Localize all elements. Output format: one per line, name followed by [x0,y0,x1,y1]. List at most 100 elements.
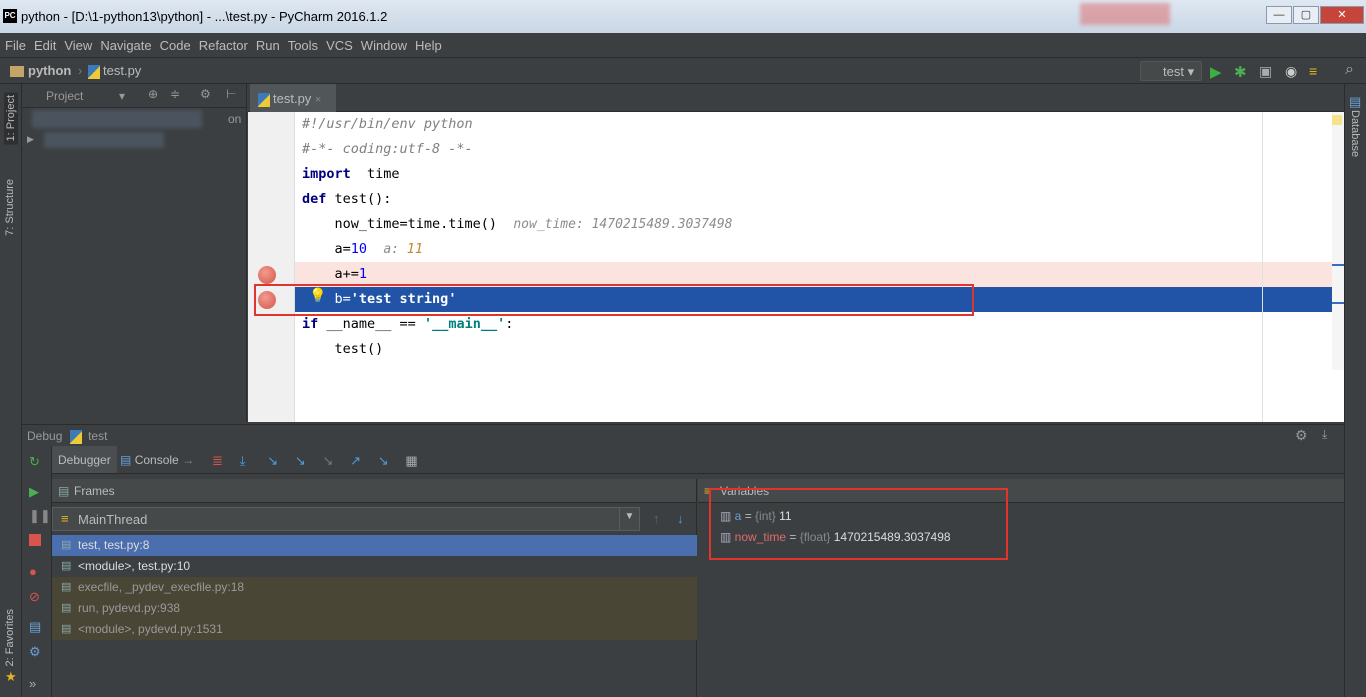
stop-icon[interactable] [29,534,41,546]
python-file-icon [88,64,100,79]
code-token: now_time=time.time() [302,216,514,232]
thread-select[interactable]: ≡ MainThread ▼ [52,507,640,531]
menu-edit[interactable]: Edit [29,34,59,53]
favorites-tool-button[interactable]: 2: Favorites [4,609,16,666]
more-icon[interactable]: » [29,676,43,691]
step-into-my-code-icon[interactable]: ↘ [295,453,311,468]
right-tool-strip: ▤ Database [1344,84,1366,697]
close-button[interactable]: ✕ [1320,6,1364,24]
evaluate-expression-icon[interactable]: ▦ [405,453,421,468]
settings-icon[interactable]: ⚙ [29,644,43,659]
code-line[interactable]: test() [295,337,1344,362]
pause-icon[interactable]: ❚❚ [29,508,51,523]
editor-scrollbar[interactable] [1332,112,1344,370]
breadcrumb-separator: › [78,63,83,78]
code-line[interactable]: now_time=time.time() now_time: 147021548… [295,212,1344,237]
step-into-icon[interactable]: ↘ [267,453,283,468]
profile-icon[interactable]: ◉ [1285,63,1297,80]
mute-breakpoints-icon[interactable]: ⊘ [29,589,43,604]
expand-arrow-icon[interactable]: ▶ [27,134,34,145]
menu-vcs[interactable]: VCS [321,34,356,53]
breadcrumb-project[interactable]: python [10,63,71,78]
minimize-button[interactable]: — [1266,6,1292,24]
project-tool-button[interactable]: 1: Project [4,92,18,145]
run-config-select[interactable]: test ▾ [1140,61,1202,81]
frames-header: ▤ Frames [52,479,696,503]
scroll-marker [1332,264,1344,266]
menu-navigate[interactable]: Navigate [95,34,154,53]
next-frame-icon[interactable]: ↓ [677,511,684,526]
menu-tools[interactable]: Tools [283,34,321,53]
concurrency-icon[interactable]: ≡ [1309,63,1317,79]
menu-code[interactable]: Code [155,34,194,53]
project-panel-header: Project ▾ ⊕ ≑ ⚙ ⊢ [22,84,246,108]
thread-label: MainThread [78,512,148,527]
restore-layout-icon[interactable]: ▤ [29,619,43,634]
gear-icon[interactable]: ⚙ [200,87,211,101]
search-icon[interactable]: ⌕ [1345,61,1354,79]
code-token: a: [383,242,407,257]
rerun-icon[interactable]: ↻ [29,454,43,469]
breadcrumb-file[interactable]: test.py [88,63,141,79]
step-over-icon[interactable]: ⤓ [240,453,256,468]
inspection-status-icon[interactable] [1332,115,1342,125]
breakpoint-icon[interactable] [258,266,276,284]
run-to-cursor-icon[interactable]: ↘ [378,453,394,468]
show-execution-point-icon[interactable]: ≣ [212,453,228,468]
force-step-into-icon[interactable]: ↘ [323,453,339,468]
frame-icon: ▤ [61,623,72,635]
run-config-label: test [1163,64,1184,79]
structure-tool-button[interactable]: 7: Structure [4,179,16,236]
code-line[interactable]: #!/usr/bin/env python [295,112,1344,137]
dropdown-icon[interactable]: ▾ [119,89,125,103]
code-line[interactable]: def test(): [295,187,1344,212]
editor-tabs: test.py × [248,84,1344,112]
code-line[interactable]: a=10 a: 11 [295,237,1344,262]
right-margin-guide [1262,112,1263,422]
menu-run[interactable]: Run [251,34,283,53]
database-tool-button[interactable]: Database [1349,110,1361,157]
previous-frame-icon[interactable]: ↑ [653,511,660,526]
left-tool-strip: 1: Project 7: Structure 2: Favorites ★ [0,84,22,697]
menu-help[interactable]: Help [410,34,445,53]
project-view-select[interactable]: Project [46,89,83,103]
hide-panel-icon[interactable]: ⊢ [226,87,236,101]
scroll-from-source-icon[interactable]: ⊕ [148,87,158,101]
python-icon [69,429,82,444]
maximize-button[interactable]: ▢ [1293,6,1319,24]
thread-icon: ≡ [61,511,69,526]
frame-item[interactable]: ▤ test, test.py:8 [52,535,697,556]
tab-debugger[interactable]: Debugger [52,446,117,473]
debug-toolbar: Debugger ▤ Console → ≣ ⤓ ↘ ↘ ↘ ↗ ↘ ▦ [52,446,1344,474]
code-token: import [302,166,351,182]
frame-item[interactable]: ▤ execfile, _pydev_execfile.py:18 [52,577,697,598]
code-editor[interactable]: #!/usr/bin/env python #-*- coding:utf-8 -… [295,112,1344,422]
code-line[interactable]: #-*- coding:utf-8 -*- [295,137,1344,162]
frame-item[interactable]: ▤ run, pydevd.py:938 [52,598,697,619]
dropdown-icon[interactable]: ▼ [619,508,639,530]
run-icon[interactable]: ▶ [1210,63,1222,81]
menu-file[interactable]: File [0,34,29,53]
tab-close-icon[interactable]: × [315,94,321,106]
collapse-all-icon[interactable]: ≑ [170,87,180,101]
frame-item[interactable]: ▤ <module>, pydevd.py:1531 [52,619,697,640]
gear-icon[interactable]: ⚙ [1295,427,1308,444]
menu-view[interactable]: View [59,34,95,53]
frame-item[interactable]: ▤ <module>, test.py:10 [52,556,697,577]
coverage-icon[interactable]: ▣ [1259,63,1272,80]
view-breakpoints-icon[interactable]: ● [29,564,43,579]
hide-panel-icon[interactable]: ⤓ [1322,427,1327,442]
resume-icon[interactable]: ▶ [29,484,43,499]
frame-icon: ▤ [61,581,72,593]
code-token: now_time: 1470215489.3037498 [513,217,733,232]
step-out-icon[interactable]: ↗ [350,453,366,468]
code-line[interactable]: import time [295,162,1344,187]
tab-test-py[interactable]: test.py × [250,84,336,112]
menu-refactor[interactable]: Refactor [194,34,251,53]
debug-icon[interactable]: ✱ [1234,63,1247,81]
editor-gutter[interactable] [248,112,295,422]
code-token: a= [302,241,351,257]
tab-console[interactable]: ▤ Console → [120,453,194,467]
menu-window[interactable]: Window [356,34,410,53]
